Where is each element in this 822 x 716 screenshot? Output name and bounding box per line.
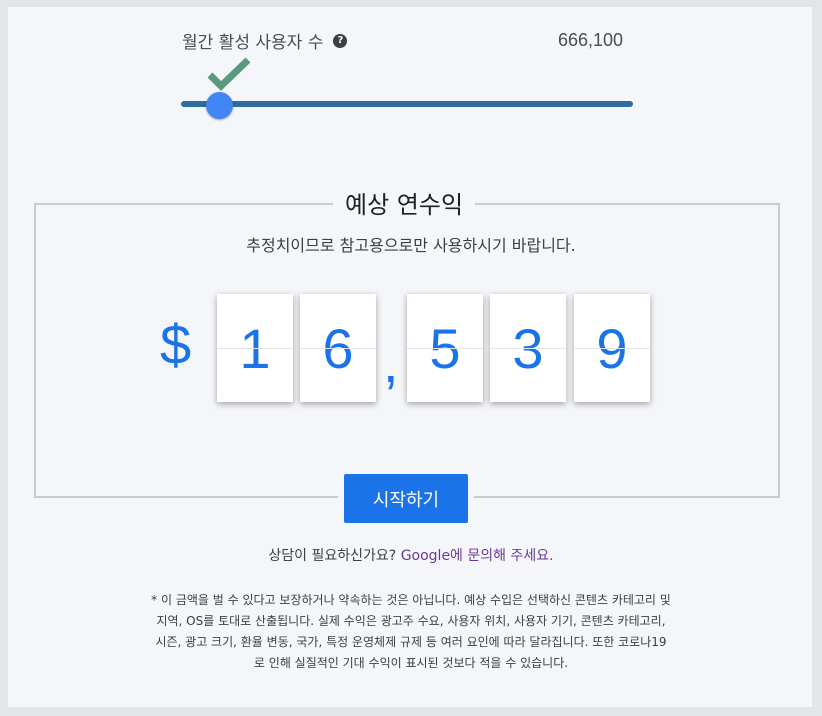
revenue-digit: 3 [490,294,566,402]
slider-label-text: 월간 활성 사용자 수 [182,33,324,53]
revenue-digit: 1 [217,294,293,402]
thousands-separator: , [383,331,399,394]
slider-value: 666,100 [558,30,624,50]
start-button[interactable]: 시작하기 [344,474,468,523]
slider-thumb[interactable] [206,92,233,119]
currency-symbol: $ [160,313,192,376]
revenue-digit: 6 [300,294,376,402]
contact-line: 상담이 필요하신가요? Google에 문의해 주세요. [0,545,822,565]
contact-link[interactable]: Google에 문의해 주세요. [401,548,554,564]
slider-track[interactable] [181,101,633,107]
revenue-subtitle: 추정치이므로 참고용으로만 사용하시기 바랍니다. [246,236,576,255]
check-icon [207,57,251,91]
disclaimer: * 이 금액을 벌 수 있다고 보장하거나 약속하는 것은 아닙니다. 예상 수… [151,593,671,670]
revenue-digit: 9 [574,294,650,402]
revenue-title: 예상 연수익 [333,185,476,220]
contact-prefix: 상담이 필요하신가요? [268,548,401,564]
slider-label: 월간 활성 사용자 수 ? [182,28,348,53]
help-icon[interactable]: ? [333,33,348,48]
revenue-digit: 5 [407,294,483,402]
